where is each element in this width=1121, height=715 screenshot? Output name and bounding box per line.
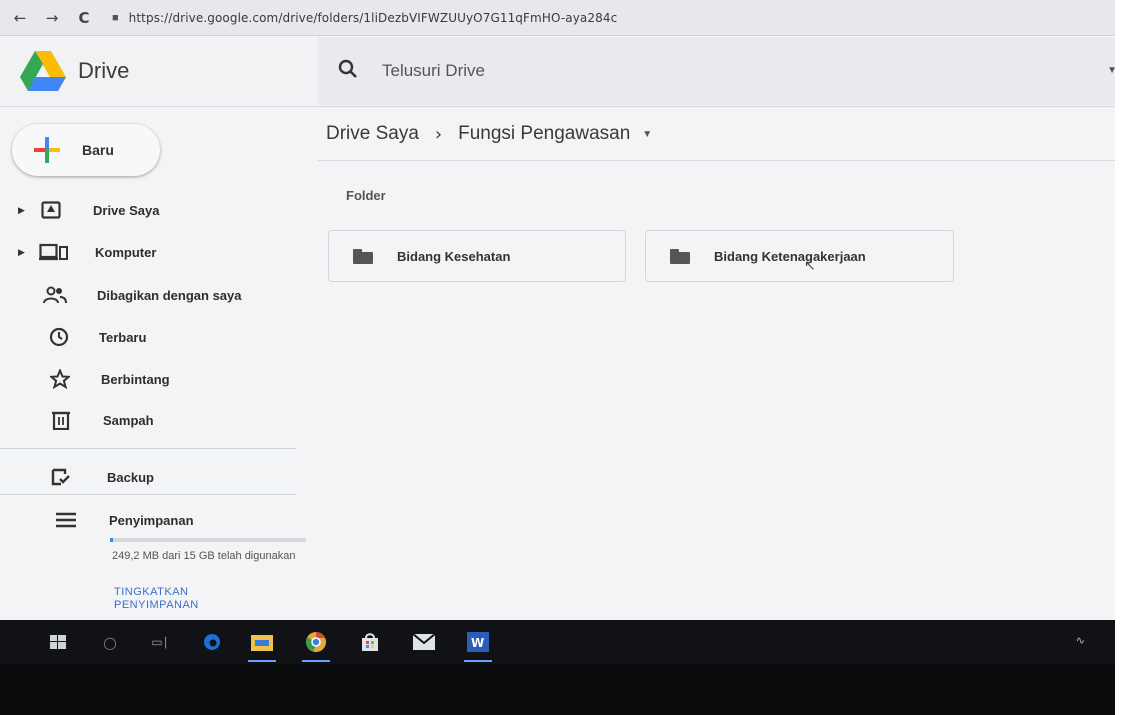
sidebar-item-trash[interactable]: Sampah <box>0 403 300 437</box>
folder-card[interactable]: Bidang Ketenagakerjaan <box>645 230 954 282</box>
sidebar-item-label: Penyimpanan <box>109 512 194 528</box>
active-app-indicator <box>464 660 492 662</box>
sidebar-item-my-drive[interactable]: ▶ Drive Saya <box>0 193 300 227</box>
reload-icon[interactable]: C <box>72 6 96 30</box>
active-app-indicator <box>248 660 276 662</box>
drive-logo-link[interactable]: Drive <box>20 51 129 91</box>
chrome-browser-icon[interactable] <box>302 628 330 662</box>
sidebar-item-label: Dibagikan dengan saya <box>97 287 242 303</box>
header-divider <box>318 160 1121 161</box>
new-button-label: Baru <box>82 142 114 158</box>
sidebar-item-label: Drive Saya <box>93 202 160 218</box>
sidebar: Baru ▶ Drive Saya ▶ Komputer Dibagikan d… <box>0 108 318 620</box>
lock-icon[interactable]: ■ <box>112 12 119 24</box>
shared-icon <box>42 282 68 308</box>
expand-arrow-icon[interactable]: ▶ <box>18 205 25 216</box>
chevron-down-icon[interactable]: ▼ <box>642 129 652 140</box>
address-bar[interactable]: https://drive.google.com/drive/folders/1… <box>129 11 618 25</box>
task-view-icon[interactable]: ▭∣ <box>146 628 174 656</box>
screen: ← → C ■ https://drive.google.com/drive/f… <box>0 0 1121 715</box>
sidebar-item-label: Komputer <box>95 244 157 260</box>
star-icon <box>47 366 73 392</box>
forward-icon[interactable]: → <box>40 6 64 30</box>
search-icon[interactable]: ○ <box>96 628 124 656</box>
sidebar-item-computers[interactable]: ▶ Komputer <box>0 235 300 269</box>
mouse-cursor-icon: ↖ <box>804 258 816 274</box>
sidebar-item-label: Backup <box>107 469 154 485</box>
sidebar-item-starred[interactable]: Berbintang <box>0 362 300 396</box>
word-icon[interactable]: W <box>464 628 492 662</box>
folder-icon <box>353 248 373 264</box>
back-icon[interactable]: ← <box>8 6 32 30</box>
browser-toolbar: ← → C ■ https://drive.google.com/drive/f… <box>0 0 1121 36</box>
drive-logo-icon <box>20 51 66 91</box>
edge-browser-icon[interactable] <box>198 628 226 656</box>
folder-name: Bidang Ketenagakerjaan <box>714 248 866 264</box>
clock-icon <box>46 324 72 350</box>
app-header: Drive Telusuri Drive ▼ <box>0 37 1121 107</box>
section-label: Folder <box>346 188 386 203</box>
folder-icon <box>670 248 690 264</box>
app-title: Drive <box>78 58 130 83</box>
sidebar-divider <box>0 494 296 495</box>
storage-usage-bar <box>110 538 306 542</box>
folder-card[interactable]: Bidang Kesehatan <box>328 230 626 282</box>
backup-icon <box>48 464 74 490</box>
sidebar-item-backup[interactable]: Backup <box>0 460 300 494</box>
main-content: Drive Saya › Fungsi Pengawasan ▼ Folder … <box>318 108 1121 620</box>
upgrade-storage-link[interactable]: TINGKATKAN PENYIMPANAN <box>114 586 264 612</box>
sidebar-item-label: Berbintang <box>101 371 170 387</box>
file-explorer-icon[interactable] <box>248 628 276 662</box>
breadcrumb-root[interactable]: Drive Saya <box>326 123 419 145</box>
sidebar-item-label: Terbaru <box>99 329 147 345</box>
breadcrumb: Drive Saya › Fungsi Pengawasan ▼ <box>326 123 652 145</box>
store-icon[interactable] <box>356 628 384 656</box>
sidebar-item-storage[interactable]: Penyimpanan <box>0 503 300 537</box>
storage-usage-text: 249,2 MB dari 15 GB telah digunakan <box>112 550 296 562</box>
svg-text:W: W <box>471 636 484 650</box>
chevron-right-icon: › <box>434 123 443 145</box>
active-app-indicator <box>302 660 330 662</box>
search-input[interactable]: Telusuri Drive <box>382 61 485 81</box>
mail-icon[interactable] <box>410 628 438 656</box>
new-button[interactable]: Baru <box>12 124 160 176</box>
trash-icon <box>48 407 74 433</box>
search-icon[interactable] <box>338 59 358 84</box>
plus-icon <box>34 137 60 163</box>
folder-name: Bidang Kesehatan <box>397 248 511 264</box>
drive-icon <box>38 197 64 223</box>
expand-arrow-icon[interactable]: ▶ <box>18 247 25 258</box>
sidebar-item-label: Sampah <box>103 412 154 428</box>
monitor-bezel <box>0 664 1121 715</box>
screen-edge <box>1115 0 1121 715</box>
windows-start-icon[interactable] <box>44 628 72 656</box>
storage-usage-fill <box>110 538 114 542</box>
sidebar-item-shared-with-me[interactable]: Dibagikan dengan saya <box>0 278 300 312</box>
sidebar-item-recent[interactable]: Terbaru <box>0 320 300 354</box>
storage-icon <box>53 507 79 533</box>
computer-icon <box>38 239 70 265</box>
breadcrumb-current[interactable]: Fungsi Pengawasan <box>458 123 630 145</box>
search-bar[interactable]: Telusuri Drive ▼ <box>318 37 1121 105</box>
sidebar-divider <box>0 448 296 449</box>
network-icon[interactable]: ∿ <box>1076 634 1085 647</box>
windows-taskbar: ○ ▭∣ W ∿ <box>0 620 1121 664</box>
